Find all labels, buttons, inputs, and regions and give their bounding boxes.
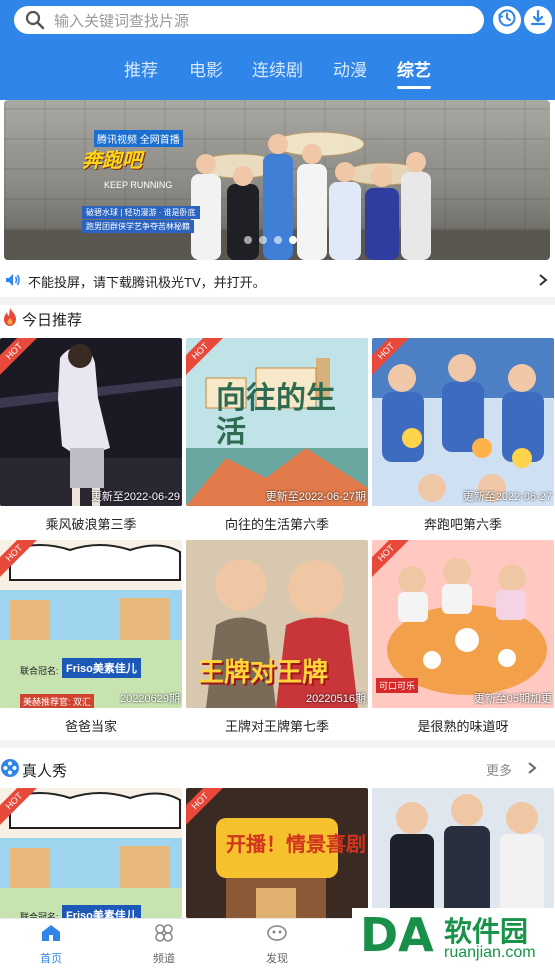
chevron-right-icon[interactable] xyxy=(526,761,538,780)
channel-icon xyxy=(153,924,175,947)
watermark-en: ruanjian.com xyxy=(444,944,536,961)
update-label: 更新至2022-06-29 xyxy=(90,491,180,503)
search-bar[interactable]: 输入关键词查找片源 xyxy=(14,6,484,34)
video-thumbnail: 开播！情景喜剧 HOT xyxy=(186,788,368,918)
video-title: 乘风破浪第三季 xyxy=(45,517,137,532)
thumbnail-sponsor: 联合冠名: xyxy=(20,666,59,676)
update-label: 更新至05期加更 xyxy=(473,693,552,705)
video-title: 向往的生活第六季 xyxy=(224,517,329,532)
banner-dot-3[interactable] xyxy=(274,236,282,244)
download-button[interactable] xyxy=(524,6,552,34)
top-header: 输入关键词查找片源 推荐 电影 连续剧 动漫 综艺 xyxy=(0,0,555,100)
tab-movie[interactable]: 电影 xyxy=(189,56,223,81)
tab-series[interactable]: 连续剧 xyxy=(252,56,303,81)
section-title-reality: 真人秀 xyxy=(22,763,68,780)
banner-logo-title: 奔跑吧 xyxy=(82,150,142,172)
nav-channel[interactable]: 频道 xyxy=(134,923,194,966)
divider xyxy=(0,297,555,305)
section-title-today: 今日推荐 xyxy=(22,312,83,329)
search-icon xyxy=(24,9,46,31)
banner-dot-4[interactable] xyxy=(289,236,297,244)
banner-logo-subtitle: KEEP RUNNING xyxy=(104,180,173,190)
thumbnail-extra: 美赫推荐官: 双汇 xyxy=(20,694,95,708)
fire-icon xyxy=(1,307,19,332)
update-label: 20220516期 xyxy=(306,693,366,705)
divider xyxy=(0,740,555,748)
banner-cast-image xyxy=(191,131,431,260)
watermark: DA 软件园 ruanjian.com xyxy=(352,908,555,970)
notice-bar[interactable]: 不能投屏，请下载腾讯极光TV，并打开。 xyxy=(0,264,555,296)
video-title: 奔跑吧第六季 xyxy=(423,517,502,532)
video-thumbnail: HOT 更新至2022-06-27 xyxy=(372,338,554,506)
home-icon xyxy=(40,925,62,947)
nav-discover-label: 发现 xyxy=(266,953,288,965)
hero-banner[interactable]: 腾讯视频 全网首播 奔跑吧 KEEP RUNNING 破碧水球 | 轻功漫游 ·… xyxy=(4,100,550,260)
banner-logo-line-1: 破碧水球 | 轻功漫游 · 谁是卧底 xyxy=(82,206,200,219)
update-label: 更新至2022-06-27期 xyxy=(265,491,366,503)
tab-variety[interactable]: 综艺 xyxy=(397,56,431,81)
video-thumbnail: 联合冠名: Friso美素佳儿 美赫推荐官: 双汇 HOT 20220629期 xyxy=(0,540,182,708)
active-tab-indicator xyxy=(397,86,431,89)
thumbnail-title-art: 王牌对王牌 xyxy=(198,657,329,687)
video-thumbnail: 向往的生活 HOT 更新至2022-06-27期 xyxy=(186,338,368,506)
nav-discover[interactable]: 发现 xyxy=(247,923,307,966)
category-tabs: 推荐 电影 连续剧 动漫 综艺 xyxy=(0,52,555,92)
nav-channel-label: 频道 xyxy=(153,953,175,965)
search-placeholder: 输入关键词查找片源 xyxy=(54,12,190,30)
banner-pagination xyxy=(244,236,297,244)
nav-home-label: 首页 xyxy=(40,953,62,965)
discover-icon xyxy=(266,925,288,947)
banner-logo-line-2: 跑男团群侠学艺争夺苦林秘籍 xyxy=(82,220,194,233)
download-icon xyxy=(528,8,548,33)
thumbnail-title-art: 向往的生活 xyxy=(216,382,336,449)
notice-text: 不能投屏，请下载腾讯极光TV，并打开。 xyxy=(28,275,266,290)
banner-dot-1[interactable] xyxy=(244,236,252,244)
film-reel-icon xyxy=(0,758,20,783)
thumbnail-sponsor-logo: 可口可乐 xyxy=(376,678,419,693)
update-label: 更新至2022-06-27 xyxy=(462,491,552,503)
video-title: 王牌对王牌第七季 xyxy=(224,719,329,734)
watermark-logo: DA xyxy=(360,908,434,962)
video-thumbnail xyxy=(372,788,554,918)
chevron-right-icon[interactable] xyxy=(537,273,549,292)
history-button[interactable] xyxy=(493,6,521,34)
tab-anime[interactable]: 动漫 xyxy=(333,56,367,81)
nav-home[interactable]: 首页 xyxy=(21,923,81,966)
video-thumbnail: 联合冠名: Friso美素佳儿 HOT xyxy=(0,788,182,918)
thumbnail-brand: Friso美素佳儿 xyxy=(62,658,141,678)
thumbnail-title-art: 开播！情景喜剧 xyxy=(226,834,366,856)
thumbnail-sponsor: 联合冠名: xyxy=(20,912,59,918)
banner-dot-2[interactable] xyxy=(259,236,267,244)
history-icon xyxy=(497,8,517,33)
video-thumbnail: 可口可乐 HOT 更新至05期加更 xyxy=(372,540,554,708)
video-thumbnail: 王牌对王牌 20220516期 xyxy=(186,540,368,708)
speaker-icon xyxy=(4,271,22,294)
video-thumbnail: HOT 更新至2022-06-29 xyxy=(0,338,182,506)
update-label: 20220629期 xyxy=(120,693,180,705)
video-title: 爸爸当家 xyxy=(64,719,117,734)
tab-recommend[interactable]: 推荐 xyxy=(124,56,158,81)
more-link[interactable]: 更多 xyxy=(486,760,512,779)
thumbnail-brand: Friso美素佳儿 xyxy=(62,905,141,918)
video-title: 是很熟的味道呀 xyxy=(417,719,509,734)
